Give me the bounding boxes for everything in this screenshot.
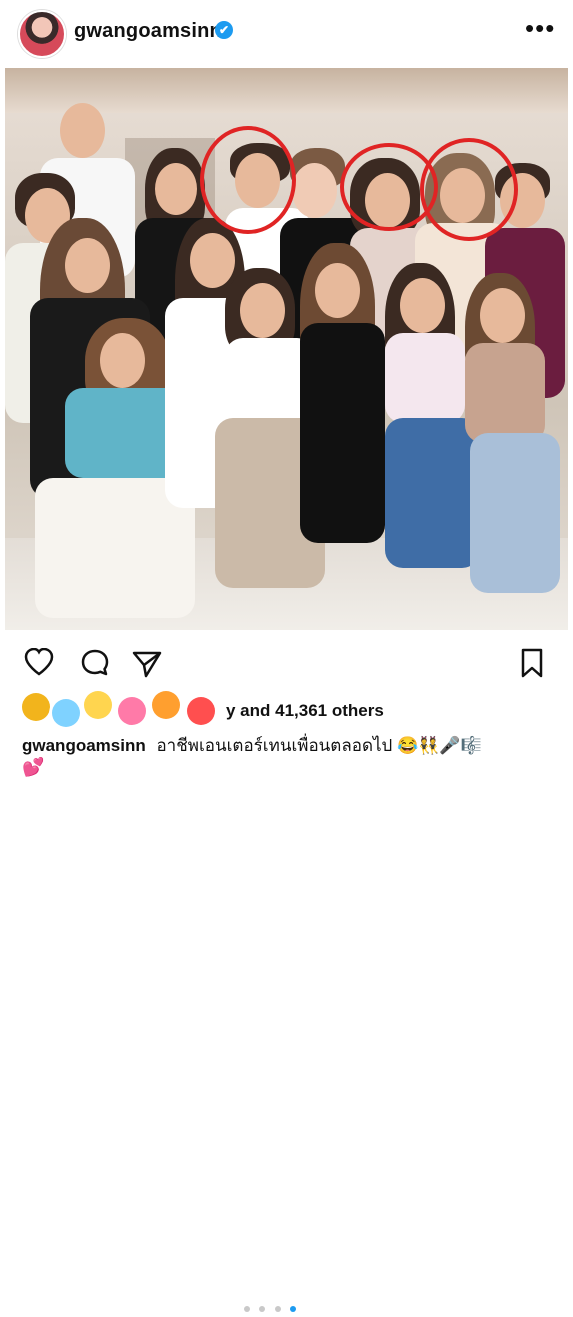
flower-sticker-icon bbox=[187, 697, 215, 725]
flower-sticker-icon bbox=[22, 693, 50, 721]
comment-icon[interactable] bbox=[80, 648, 110, 678]
carousel-dot bbox=[274, 1306, 281, 1312]
bookmark-icon[interactable] bbox=[520, 648, 544, 678]
carousel-indicator bbox=[244, 1299, 301, 1317]
sticker-overlay bbox=[22, 685, 242, 727]
send-icon[interactable] bbox=[132, 650, 162, 678]
red-circle-annotation-3 bbox=[420, 138, 518, 241]
flower-sticker-icon bbox=[52, 699, 80, 727]
flower-sticker-icon bbox=[84, 691, 112, 719]
post-photo[interactable] bbox=[5, 68, 568, 630]
carousel-dot bbox=[259, 1306, 266, 1312]
caption-extra-emoji: 💕 bbox=[22, 757, 45, 777]
heart-icon[interactable] bbox=[24, 648, 54, 676]
carousel-dot bbox=[244, 1306, 250, 1312]
more-options-icon[interactable]: ••• bbox=[525, 15, 555, 41]
carousel-dot-active bbox=[290, 1306, 297, 1312]
likes-line[interactable]: y and 41,361 others bbox=[22, 691, 562, 727]
flower-sticker-icon bbox=[152, 691, 180, 719]
caption: gwangoamsinn อาชีพเอนเตอร์เทนเพื่อนตลอดไ… bbox=[22, 735, 562, 757]
caption-text: อาชีพเอนเตอร์เทนเพื่อนตลอดไป 😂👯🎤🎼 bbox=[156, 736, 482, 755]
post-actions bbox=[0, 640, 573, 1312]
username[interactable]: gwangoamsinn bbox=[74, 20, 222, 43]
caption-username[interactable]: gwangoamsinn bbox=[22, 736, 146, 755]
profile-avatar[interactable] bbox=[18, 10, 66, 58]
flower-sticker-icon bbox=[118, 697, 146, 725]
verified-badge-icon: ✔ bbox=[215, 21, 233, 39]
likes-count-text: y and 41,361 others bbox=[226, 701, 384, 720]
post-header: gwangoamsinn ✔ ••• bbox=[0, 0, 573, 64]
red-circle-annotation-1 bbox=[200, 126, 296, 234]
